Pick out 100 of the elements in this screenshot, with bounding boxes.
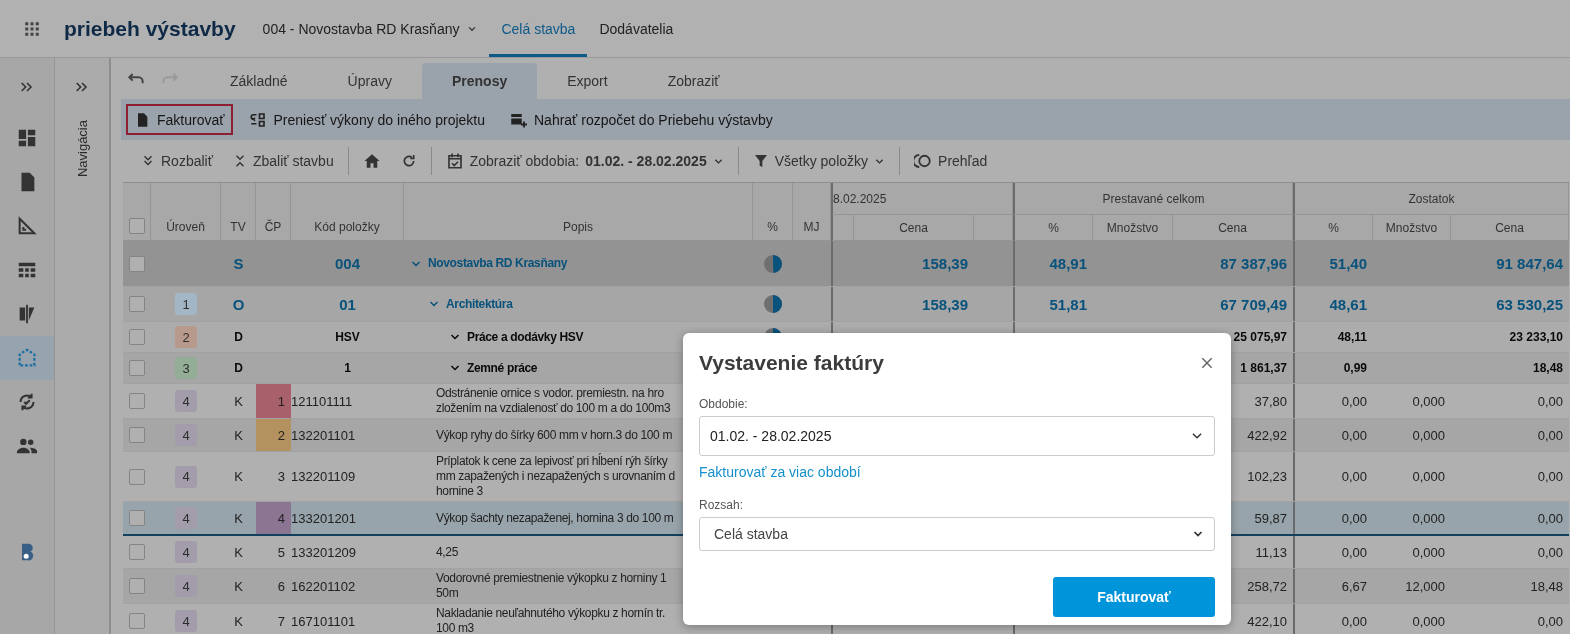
- description-cell-text: Práce a dodávky HSV: [467, 328, 584, 346]
- level-badge: 2: [175, 326, 197, 348]
- percent-cell: 48,61: [1329, 295, 1367, 313]
- row-checkbox[interactable]: [129, 329, 145, 345]
- home-icon: [362, 152, 381, 170]
- ribbon-tab[interactable]: Prenosy: [421, 63, 538, 99]
- price-cell: 158,39: [922, 295, 968, 313]
- row-checkbox[interactable]: [129, 296, 145, 312]
- quantity-cell: 0,000: [1412, 393, 1445, 409]
- expand-button[interactable]: Rozbaliť: [131, 153, 223, 169]
- percent-cell: 0,00: [1341, 510, 1367, 526]
- price-cell: 258,72: [1247, 578, 1287, 594]
- price-cell: 422,92: [1247, 427, 1287, 443]
- row-checkbox[interactable]: [129, 544, 145, 560]
- ribbon-tab[interactable]: Základné: [200, 63, 318, 99]
- ribbon-tab[interactable]: Úpravy: [317, 63, 422, 99]
- percent-cell: 48,91: [1049, 255, 1087, 272]
- description-cell-text: Príplatok k cene za lepivosť pri hĺbení rýh šírky mm zapažených i nezapažených s urovnaním d hornine 3: [435, 452, 675, 500]
- position-cell: 2: [256, 419, 291, 451]
- level-badge: 4: [175, 541, 197, 563]
- level-badge: 4: [175, 390, 197, 412]
- row-checkbox[interactable]: [129, 468, 145, 485]
- quantity-cell: 0,000: [1412, 510, 1445, 526]
- row-checkbox[interactable]: [129, 613, 145, 629]
- dashboard-icon: [16, 127, 38, 149]
- type-cell: K: [234, 544, 243, 560]
- code-cell: 01: [339, 295, 356, 313]
- percent-cell: 51,40: [1329, 255, 1367, 272]
- filter-icon: [752, 153, 769, 169]
- calendar-icon: [445, 152, 464, 170]
- description-cell-text: Výkop šachty nezapaženej, hornina 3 do 100 m: [435, 509, 674, 527]
- price-cell: 0,00: [1537, 544, 1563, 560]
- row-checkbox[interactable]: [129, 510, 145, 526]
- level-badge: 4: [175, 424, 197, 446]
- row-checkbox[interactable]: [129, 427, 145, 443]
- row-checkbox[interactable]: [129, 360, 145, 376]
- price-cell: 11,13: [1255, 544, 1287, 560]
- ribbon-tab[interactable]: Export: [537, 63, 638, 99]
- percent-cell: 51,81: [1049, 295, 1087, 313]
- filter-dropdown[interactable]: Všetky položky: [742, 153, 896, 169]
- code-cell: HSV: [335, 330, 360, 344]
- row-checkbox[interactable]: [129, 393, 145, 409]
- quantity-cell: 0,000: [1412, 427, 1445, 443]
- overview-icon: [914, 152, 933, 170]
- close-icon: [1199, 355, 1215, 371]
- description-cell-text: Architektúra: [446, 295, 513, 313]
- ribbon-action[interactable]: Preniesť výkony do iného projektu: [240, 104, 493, 135]
- level-badge: 4: [175, 507, 197, 529]
- nav-tab[interactable]: Dodávatelia: [587, 0, 686, 57]
- level-badge: 4: [175, 610, 197, 632]
- level-badge: 3: [175, 357, 197, 379]
- quantity-cell: 0,000: [1412, 613, 1445, 629]
- row-checkbox[interactable]: [129, 578, 145, 594]
- quantity-cell: 12,000: [1405, 578, 1445, 594]
- price-cell: 0,00: [1537, 427, 1563, 443]
- code-cell: 1: [344, 361, 351, 375]
- description-cell-text: Výkop ryhy do šírky 600 mm v horn.3 do 100 m: [435, 426, 673, 444]
- ribbon-action[interactable]: Fakturovať: [126, 104, 233, 135]
- price-cell: 0,00: [1537, 469, 1563, 484]
- close-button[interactable]: [1199, 355, 1215, 371]
- selection-icon: [16, 347, 38, 369]
- field-label: Rozsah:: [699, 498, 744, 512]
- collapse-button[interactable]: Zbaliť stavbu: [222, 153, 344, 169]
- type-cell: K: [234, 427, 243, 443]
- price-cell: 0,00: [1537, 510, 1563, 526]
- code-cell: 121101111: [291, 393, 353, 409]
- select-all-checkbox[interactable]: [128, 218, 145, 234]
- column-group-header: 8.02.2025: [831, 183, 1013, 215]
- double-chevron-down-icon: [141, 154, 155, 168]
- column-group-header: Zostatok: [1293, 183, 1569, 215]
- ribbon-action[interactable]: Nahrať rozpočet do Priebehu výstavby: [501, 104, 781, 135]
- type-cell: K: [234, 510, 243, 526]
- code-cell: 133201209: [291, 544, 357, 560]
- row-checkbox[interactable]: [129, 255, 145, 272]
- multi-period-link[interactable]: Fakturovať za viac období: [699, 464, 861, 480]
- ribbon-tab[interactable]: Zobraziť: [637, 63, 750, 99]
- nav-tab[interactable]: Celá stavba: [489, 0, 588, 57]
- percent-cell: 0,00: [1341, 469, 1367, 484]
- overview-button[interactable]: Prehľad: [904, 152, 998, 170]
- invoice-button[interactable]: Fakturovať: [1053, 577, 1215, 617]
- price-cell: 91 847,64: [1496, 255, 1563, 272]
- price-cell: 59,87: [1254, 510, 1287, 526]
- price-cell: 422,10: [1247, 613, 1287, 629]
- level-badge: 4: [175, 575, 197, 597]
- price-cell: 63 530,25: [1496, 295, 1563, 313]
- scope-select[interactable]: Celá stavba: [699, 517, 1215, 551]
- description-cell-text: Odstránenie ornice s vodor. premiestn. na hro zložením na vzdialenosť do 100 m a do 100m3: [435, 385, 671, 417]
- period-dropdown[interactable]: Zobraziť obdobia: 01.02. - 28.02.2025: [435, 152, 734, 170]
- description-cell-text: Vodorovné premiestnenie výkopku z horniny 1 50m: [435, 570, 667, 602]
- percent-cell: 6,67: [1341, 578, 1367, 594]
- period-select[interactable]: 01.02. - 28.02.2025: [699, 416, 1215, 456]
- level-badge: 1: [175, 293, 197, 315]
- navigation-panel-label[interactable]: Navigácia: [74, 120, 90, 178]
- project-dropdown[interactable]: 004 - Novostavba RD Krasňany: [262, 20, 478, 37]
- type-cell: D: [234, 330, 243, 344]
- price-cell: 18,48: [1530, 578, 1563, 594]
- price-cell: 87 387,96: [1220, 255, 1287, 272]
- percent-cell: 48,11: [1337, 330, 1367, 344]
- type-cell: K: [234, 578, 243, 594]
- apps-grid-icon: [23, 19, 41, 38]
